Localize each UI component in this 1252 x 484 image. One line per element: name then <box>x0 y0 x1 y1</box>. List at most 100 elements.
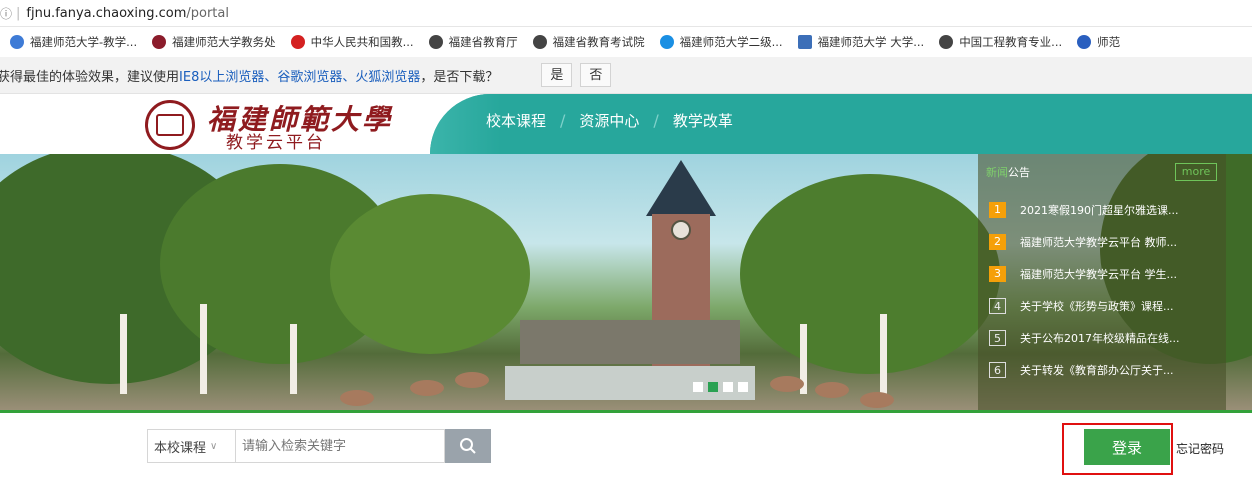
login-button[interactable]: 登录 <box>1084 429 1170 465</box>
notice-yes-button[interactable]: 是 <box>541 63 573 87</box>
address-separator: | <box>16 5 21 21</box>
announcement-item[interactable]: 2 福建师范大学教学云平台 教师... <box>989 233 1206 250</box>
banner-trunk <box>290 324 297 394</box>
clock-icon <box>671 220 691 240</box>
banner-trunk <box>120 314 127 394</box>
globe-icon <box>532 35 547 49</box>
bookmark-label: 福建师范大学-教学... <box>30 35 138 49</box>
announcement-rank: 6 <box>989 361 1006 378</box>
course-search: 本校课程 ∨ <box>147 429 491 463</box>
bookmark-item[interactable]: 福建师范大学教务处 <box>152 34 276 50</box>
notice-browsers-link[interactable]: IE8以上浏览器、谷歌浏览器、火狐浏览器 <box>179 70 420 85</box>
address-bar[interactable]: ⓘ | fjnu.fanya.chaoxing.com /portal <box>0 0 1252 27</box>
announcement-title: 关于学校《形势与政策》课程... <box>1020 299 1174 313</box>
garden-stone <box>340 390 374 406</box>
slider-dot[interactable] <box>738 382 748 392</box>
search-button[interactable] <box>445 429 491 463</box>
announcements-tabs: 新闻公告 <box>986 164 1030 180</box>
nav-divider: / <box>560 111 566 130</box>
site-header: 福建師範大學 教学云平台 校本课程 / 资源中心 / 教学改革 <box>0 94 1252 154</box>
chevron-down-icon: ∨ <box>210 440 218 452</box>
tab-notices[interactable]: 公告 <box>1008 166 1030 179</box>
globe-icon <box>428 35 443 49</box>
bookmark-item[interactable]: 师范 <box>1077 34 1120 50</box>
url-path: /portal <box>186 5 229 21</box>
banner-trunk <box>200 304 207 394</box>
site-info-icon[interactable]: ⓘ <box>0 5 14 22</box>
banner-tree <box>740 174 1000 374</box>
globe-icon <box>10 35 24 49</box>
announcement-title: 福建师范大学教学云平台 学生... <box>1020 267 1177 281</box>
bookmark-label: 中国工程教育专业... <box>959 35 1063 49</box>
bookmark-label: 福建省教育考试院 <box>552 35 645 49</box>
bookmark-label: 福建省教育厅 <box>448 35 518 49</box>
university-seal-icon[interactable] <box>145 100 195 150</box>
globe-icon <box>939 35 954 49</box>
bookmark-item[interactable]: 福建师范大学-教学... <box>10 34 137 50</box>
nav-item-reform[interactable]: 教学改革 <box>673 110 733 131</box>
bookmark-label: 福建师范大学 大学... <box>817 35 925 49</box>
slider-dot[interactable] <box>693 382 703 392</box>
garden-stone <box>815 382 849 398</box>
bookmark-label: 师范 <box>1097 35 1121 49</box>
tab-news[interactable]: 新闻 <box>986 166 1008 179</box>
more-button[interactable]: more <box>1175 163 1217 181</box>
bookmarks-bar: 福建师范大学-教学... 福建师范大学教务处 中华人民共和国教... 福建省教育… <box>0 27 1252 57</box>
seal-icon <box>152 35 167 49</box>
main-nav: 校本课程 / 资源中心 / 教学改革 <box>486 110 733 131</box>
ministry-icon <box>290 35 305 49</box>
notice-prefix: 获得最佳的体验效果，建议使用 <box>0 69 180 85</box>
banner-tree <box>330 194 530 354</box>
announcement-rank: 3 <box>989 265 1006 282</box>
nav-divider: / <box>653 111 659 130</box>
announcement-rank: 2 <box>989 233 1006 250</box>
stone-wall <box>520 320 740 364</box>
announcement-title: 关于转发《教育部办公厅关于... <box>1020 363 1174 377</box>
announcement-title: 2021寒假190门超星尔雅选课... <box>1020 203 1179 217</box>
slider-pagination <box>693 382 753 392</box>
banner-bottom-line <box>0 410 1252 413</box>
site-logo-subtitle: 教学云平台 <box>226 133 326 153</box>
bookmark-item[interactable]: 福建师范大学 大学... <box>797 34 925 50</box>
heart-icon <box>659 35 674 49</box>
search-input[interactable] <box>235 429 445 463</box>
search-icon <box>460 438 476 454</box>
forgot-password-link[interactable]: 忘记密码 <box>1176 440 1224 457</box>
announcement-item[interactable]: 3 福建师范大学教学云平台 学生... <box>989 265 1206 282</box>
search-scope-select[interactable]: 本校课程 ∨ <box>147 429 235 463</box>
bookmark-item[interactable]: 福建师范大学二级... <box>659 34 783 50</box>
announcement-item[interactable]: 1 2021寒假190门超星尔雅选课... <box>989 201 1206 218</box>
announcement-rank: 1 <box>989 201 1006 218</box>
garden-stone <box>860 392 894 408</box>
banner-trunk <box>880 314 887 394</box>
browser-notice: 获得最佳的体验效果，建议使用IE8以上浏览器、谷歌浏览器、火狐浏览器，是否下载？… <box>0 57 1252 94</box>
bookmark-item[interactable]: 福建省教育考试院 <box>532 34 645 50</box>
nav-item-courses[interactable]: 校本课程 <box>486 110 546 131</box>
announcements-panel: 新闻公告 more 1 2021寒假190门超星尔雅选课... 2 福建师范大学教学… <box>978 154 1226 410</box>
announcement-item[interactable]: 4 关于学校《形势与政策》课程... <box>989 297 1206 314</box>
search-scope-label: 本校课程 <box>154 440 207 456</box>
bookmark-label: 中华人民共和国教... <box>310 35 414 49</box>
slider-dot-active[interactable] <box>708 382 718 392</box>
notice-message: 获得最佳的体验效果，建议使用IE8以上浏览器、谷歌浏览器、火狐浏览器，是否下载？ <box>0 66 498 85</box>
announcement-title: 福建师范大学教学云平台 教师... <box>1020 235 1177 249</box>
notice-suffix: ，是否下载？ <box>420 69 499 85</box>
garden-stone <box>410 380 444 396</box>
bookmark-item[interactable]: 中国工程教育专业... <box>939 34 1062 50</box>
garden-stone <box>455 372 489 388</box>
announcement-item[interactable]: 6 关于转发《教育部办公厅关于... <box>989 361 1206 378</box>
nav-item-resources[interactable]: 资源中心 <box>579 110 639 131</box>
announcement-title: 关于公布2017年校级精品在线... <box>1020 331 1180 345</box>
slider-dot[interactable] <box>723 382 733 392</box>
url-host: fjnu.fanya.chaoxing.com <box>26 5 187 21</box>
bookmark-item[interactable]: 福建省教育厅 <box>428 34 518 50</box>
clock-tower-roof <box>646 160 716 216</box>
seal-icon <box>1077 35 1092 49</box>
monitor-icon <box>797 35 812 49</box>
notice-no-button[interactable]: 否 <box>580 63 612 87</box>
garden-stone <box>770 376 804 392</box>
bookmark-item[interactable]: 中华人民共和国教... <box>290 34 414 50</box>
bookmark-label: 福建师范大学二级... <box>679 35 783 49</box>
announcement-rank: 5 <box>989 329 1006 346</box>
announcement-item[interactable]: 5 关于公布2017年校级精品在线... <box>989 329 1206 346</box>
